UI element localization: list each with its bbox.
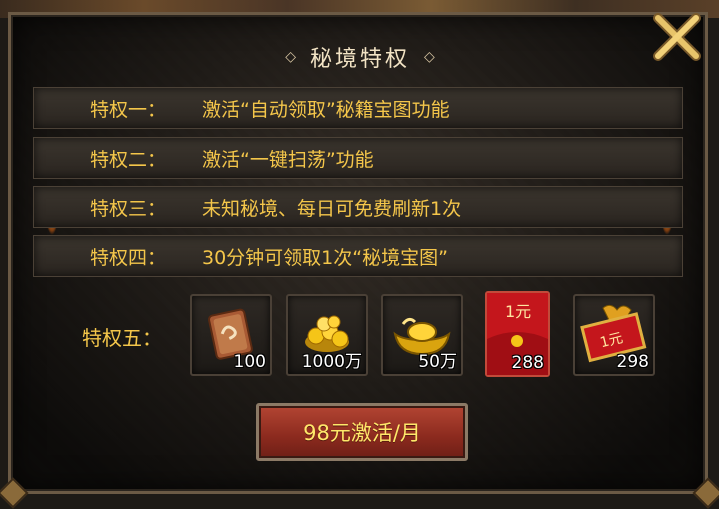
privilege-five-label: 特权五： bbox=[82, 326, 162, 350]
diamond-right-icon: ◇ bbox=[424, 49, 435, 65]
reward-item-red-envelope-pack[interactable]: 1元 298 bbox=[573, 294, 655, 376]
privilege-text: 未知秘境、每日可免费刷新1次 bbox=[202, 197, 462, 220]
reward-quantity: 100 bbox=[233, 352, 266, 372]
reward-item-gold-coins[interactable]: 1000万 bbox=[286, 294, 368, 376]
privilege-row-2: 特权二： 激活“一键扫荡”功能 bbox=[33, 137, 683, 179]
reward-quantity: 1000万 bbox=[301, 352, 362, 372]
privilege-text: 激活“自动领取”秘籍宝图功能 bbox=[202, 98, 450, 121]
reward-quantity: 298 bbox=[616, 352, 649, 372]
reward-item-red-envelope[interactable]: 1元 288 bbox=[485, 291, 550, 377]
reward-item-gold-ingot[interactable]: 50万 bbox=[381, 294, 463, 376]
panel-title: ◇ 秘境特权 ◇ bbox=[220, 40, 500, 74]
privilege-label: 特权二： bbox=[90, 148, 167, 171]
close-icon[interactable] bbox=[650, 10, 704, 64]
reward-item-scroll[interactable]: 100 bbox=[190, 294, 272, 376]
diamond-left-icon: ◇ bbox=[285, 49, 296, 65]
privilege-label: 特权三： bbox=[90, 197, 167, 220]
activate-button[interactable]: 98元激活/月 bbox=[256, 403, 468, 461]
privilege-row-1: 特权一： 激活“自动领取”秘籍宝图功能 bbox=[33, 87, 683, 129]
privilege-label: 特权四： bbox=[90, 246, 167, 269]
privilege-text: 激活“一键扫荡”功能 bbox=[202, 148, 374, 171]
reward-quantity: 50万 bbox=[418, 352, 457, 372]
privilege-row-3: 特权三： 未知秘境、每日可免费刷新1次 bbox=[33, 186, 683, 228]
panel-title-text: 秘境特权 bbox=[309, 47, 410, 72]
privilege-label: 特权一： bbox=[90, 98, 167, 121]
privilege-text: 30分钟可领取1次“秘境宝图” bbox=[202, 246, 448, 269]
envelope-text: 1元 bbox=[505, 302, 531, 321]
reward-quantity: 288 bbox=[511, 353, 544, 373]
privilege-row-4: 特权四： 30分钟可领取1次“秘境宝图” bbox=[33, 235, 683, 277]
